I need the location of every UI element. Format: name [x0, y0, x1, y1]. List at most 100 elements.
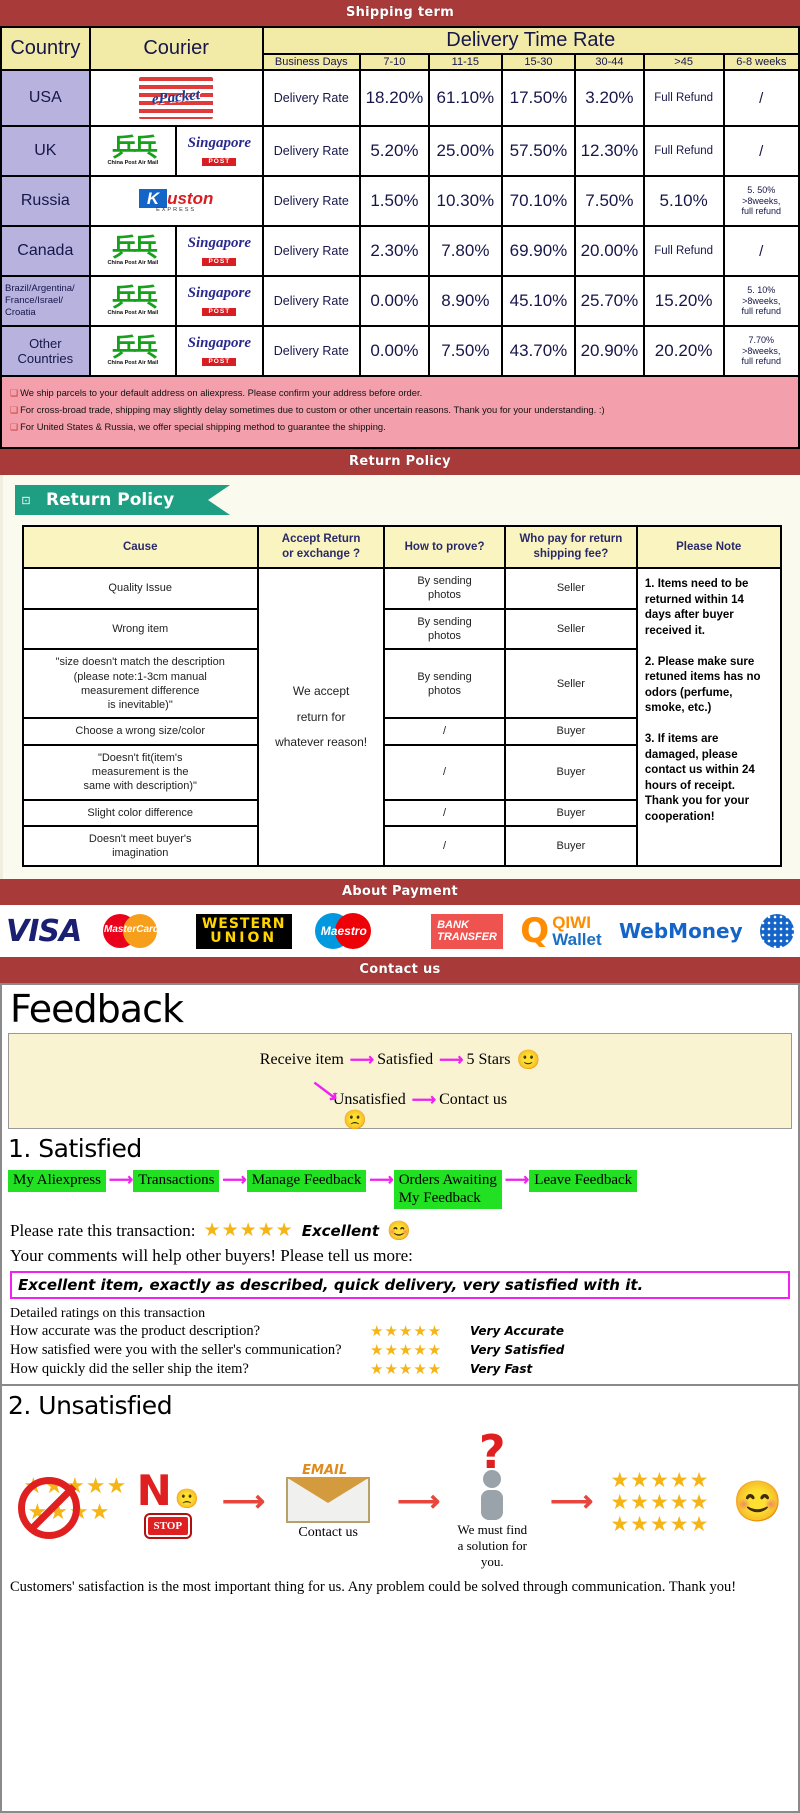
prove-cell: By sending photos: [383, 607, 506, 651]
cell-value: /: [722, 125, 800, 177]
cell-value: 5. 50% >8weeks, full refund: [722, 175, 800, 227]
contact-us-label: Contact us: [298, 1524, 358, 1540]
step-manage-feedback[interactable]: Manage Feedback: [246, 1170, 367, 1192]
arrow-right-icon: ⟶: [439, 1050, 463, 1070]
return-policy-table: Cause Accept Return or exchange ? How to…: [21, 525, 782, 868]
courier-logo-cell: Singapore POST: [175, 325, 264, 377]
feedback-title: Feedback: [10, 987, 184, 1032]
header-days-15-30: 15-30: [500, 53, 577, 71]
who-pays-cell: Seller: [503, 607, 638, 651]
step-orders-awaiting[interactable]: Orders Awaiting My Feedback: [393, 1170, 502, 1209]
cell-value: 43.70%: [500, 325, 577, 377]
prove-cell: /: [383, 798, 506, 827]
five-stars-group: ★★★★★ ★★★★★ ★★★★★: [610, 1469, 709, 1535]
cell-value: Full Refund: [642, 225, 725, 277]
arrow-right-icon: ⟶: [222, 1485, 265, 1519]
solution-group: ? We must find a solution for you.: [457, 1429, 527, 1571]
cause-cell: "Doesn't fit(item's measurement is the s…: [21, 743, 259, 801]
header-days-11-15: 11-15: [427, 53, 503, 71]
arrow-right-icon: ⟶: [550, 1485, 593, 1519]
step-my-aliexpress[interactable]: My Aliexpress: [8, 1170, 106, 1192]
cell-value: 18.20%: [359, 69, 430, 127]
feedback-footer-note: Customers' satisfaction is the most impo…: [10, 1578, 737, 1595]
detailed-stars[interactable]: ★★★★★: [370, 1360, 470, 1379]
header-business-days: Business Days: [261, 53, 362, 71]
rate-prompt: Please rate this transaction:: [10, 1220, 196, 1240]
comment-example-box[interactable]: Excellent item, exactly as described, qu…: [10, 1270, 790, 1299]
detailed-question: How quickly did the seller ship the item…: [10, 1360, 249, 1377]
flow-satisfied: Satisfied: [377, 1051, 434, 1069]
detailed-ratings-heading: Detailed ratings on this transaction: [10, 1305, 206, 1321]
cell-value: Full Refund: [642, 125, 725, 177]
shipping-term-banner: Shipping term: [0, 0, 800, 26]
detailed-stars[interactable]: ★★★★★: [370, 1341, 470, 1360]
chevron-right-icon: ⊡: [15, 485, 37, 516]
singapore-post-icon: Singapore POST: [187, 334, 251, 366]
step-transactions[interactable]: Transactions: [133, 1170, 220, 1192]
cell-value: 5.10%: [642, 175, 725, 227]
bank-transfer-logo-icon: BANK TRANSFER: [431, 913, 503, 950]
header-days-over-45: >45: [642, 53, 725, 71]
bullet-icon: ❑: [10, 405, 19, 416]
prove-cell: /: [383, 717, 506, 746]
cause-cell: "size doesn't match the description (ple…: [21, 648, 259, 720]
bullet-icon: ❑: [10, 388, 19, 398]
cell-value: 57.50%: [500, 125, 577, 177]
stop-sign-icon: STOP: [145, 1515, 191, 1538]
detailed-question: How satisfied were you with the seller's…: [10, 1341, 342, 1358]
header-accept-return: Accept Return or exchange ?: [256, 525, 386, 570]
cell-value: 7.70% >8weeks, full refund: [722, 325, 800, 377]
email-envelope-icon: EMAIL: [282, 1463, 374, 1525]
who-pays-cell: Buyer: [503, 717, 638, 746]
epacket-icon: [139, 77, 214, 119]
country-canada: Canada: [0, 225, 91, 277]
who-pays-cell: Seller: [503, 567, 638, 610]
header-courier: Courier: [88, 26, 264, 71]
header-country: Country: [0, 26, 91, 71]
detailed-stars[interactable]: ★★★★★: [370, 1322, 470, 1341]
cell-value: 1.50%: [359, 175, 430, 227]
arrow-right-icon: ⟶: [369, 1170, 393, 1190]
singapore-post-icon: Singapore POST: [187, 284, 251, 316]
notice-line: ❑ For United States & Russia, we offer sp…: [10, 420, 790, 434]
china-post-air-mail-icon: 乒乓 China Post Air Mail: [107, 283, 159, 317]
contact-us-banner: Contact us: [0, 957, 800, 984]
header-6-8-weeks: 6-8 weeks: [722, 53, 800, 71]
cell-value: 70.10%: [500, 175, 577, 227]
courier-logo-cell: 乒乓 China Post Air Mail: [88, 275, 178, 327]
table-row: Quality Issue We accept return for whate…: [21, 567, 782, 868]
mastercard-logo-icon: MasterCard: [99, 912, 179, 950]
arrow-right-icon: ⟶: [397, 1485, 440, 1519]
rating-word: Excellent: [301, 1221, 379, 1240]
cell-value: 8.90%: [427, 275, 503, 327]
rate-label: Delivery Rate: [261, 275, 362, 327]
header-cause: Cause: [21, 525, 259, 570]
please-note-cell: 1. Items need to be returned within 14 d…: [635, 567, 782, 868]
no-stars-group: ★★★★★ ★★★★: [17, 1465, 126, 1539]
visa-logo-icon: VISA: [6, 913, 82, 949]
flow-row-satisfied: Receive item ⟶ Satisfied ⟶ 5 Stars 🙂: [9, 1048, 791, 1072]
table-row: USA Delivery Rate 18.20% 61.10% 17.50% 3…: [0, 69, 800, 127]
prove-cell: By sending photos: [383, 648, 506, 720]
cell-value: 12.30%: [574, 125, 645, 177]
step-leave-feedback[interactable]: Leave Feedback: [529, 1170, 638, 1192]
rating-stars[interactable]: ★★★★★: [204, 1219, 294, 1242]
bullet-icon: ❑: [10, 422, 19, 433]
flow-row-unsatisfied: Unsatisfied ⟶ Contact us: [9, 1090, 791, 1110]
cell-value: /: [722, 69, 800, 127]
notice-text: For United States & Russia, we offer spe…: [20, 421, 386, 433]
kuston-express-icon: Kuston EXPRESS: [138, 188, 213, 214]
table-row: Canada 乒乓 China Post Air Mail Singapore PO…: [0, 225, 800, 277]
who-pays-cell: Buyer: [503, 798, 638, 827]
accept-return-cell: We accept return for whatever reason!: [256, 567, 386, 868]
unsatisfied-flow: ★★★★★ ★★★★ N 🙁 STOP ⟶ EMAIL Contact us ⟶…: [2, 1424, 798, 1574]
no-low-rating-icon: ★★★★★ ★★★★: [17, 1465, 126, 1539]
flow-unsatisfied: Unsatisfied: [332, 1091, 406, 1109]
china-post-air-mail-icon: 乒乓 China Post Air Mail: [107, 333, 159, 367]
detailed-value: Very Accurate: [470, 1324, 565, 1339]
cell-value: 20.00%: [574, 225, 645, 277]
table-row: UK 乒乓 China Post Air Mail Singapore POST D…: [0, 125, 800, 177]
smiley-face-icon: 🙂: [516, 1050, 541, 1072]
cause-cell: Doesn't meet buyer's imagination: [21, 824, 259, 868]
detailed-value: Very Satisfied: [470, 1343, 565, 1358]
